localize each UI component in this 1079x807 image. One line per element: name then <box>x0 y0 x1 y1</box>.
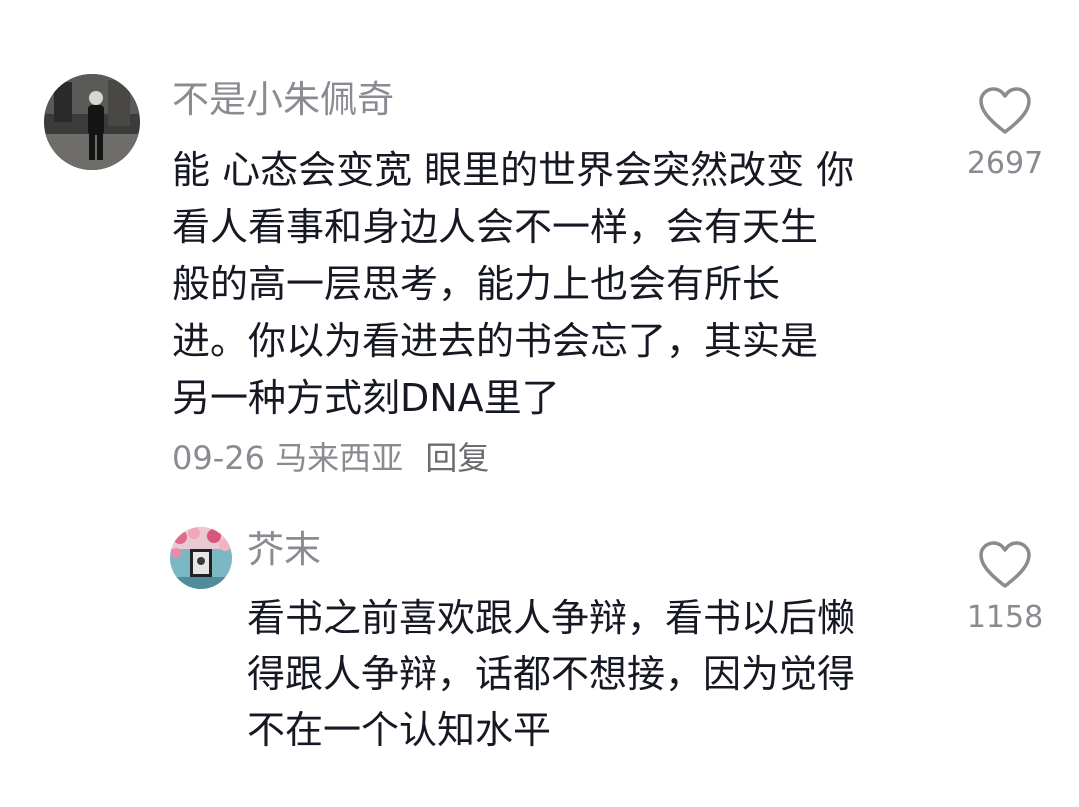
avatar-flower-window-photo <box>170 527 232 589</box>
user-avatar[interactable] <box>44 74 140 170</box>
comment-text-line: 不在一个认知水平 <box>247 708 552 752</box>
comment-text: 能 心态会变宽 眼里的世界会突然改变 你 看人看事和身边人会不一样，会有天生 般… <box>172 142 932 427</box>
heart-outline-icon <box>979 541 1031 588</box>
comment-text: 看书之前喜欢跟人争辩，看书以后懒 得跟人争辩，话都不想接，因为觉得 不在一个认知… <box>247 590 937 758</box>
reply-button[interactable]: 回复 <box>425 439 489 477</box>
comment-text-line: 得跟人争辩，话都不想接，因为觉得 <box>247 652 856 696</box>
comment-meta: 09-26 马来西亚 回复 <box>172 437 489 479</box>
comment-text-line: 进。你以为看进去的书会忘了，其实是 <box>172 319 819 363</box>
like-count: 1158 <box>966 600 1044 635</box>
comment-username[interactable]: 芥末 <box>247 528 321 572</box>
comment-text-line: 般的高一层思考，能力上也会有所长 <box>172 262 781 306</box>
comment-text-line: 看人看事和身边人会不一样，会有天生 <box>172 205 819 249</box>
like-count: 2697 <box>966 146 1044 181</box>
user-avatar[interactable] <box>170 527 232 589</box>
like-button[interactable]: 1158 <box>955 540 1055 635</box>
comment-text-line: 看书之前喜欢跟人争辩，看书以后懒 <box>247 596 856 640</box>
heart-outline-icon <box>979 87 1031 134</box>
comment-location: 马来西亚 <box>275 439 404 477</box>
comment-text-line: 另一种方式刻DNA里了 <box>172 376 560 420</box>
comment-username[interactable]: 不是小朱佩奇 <box>172 78 394 122</box>
like-button[interactable]: 2697 <box>955 86 1055 181</box>
comment-date: 09-26 <box>172 439 265 477</box>
avatar-person-street-photo <box>44 74 140 170</box>
comment-text-line: 能 心态会变宽 眼里的世界会突然改变 你 <box>172 148 855 192</box>
